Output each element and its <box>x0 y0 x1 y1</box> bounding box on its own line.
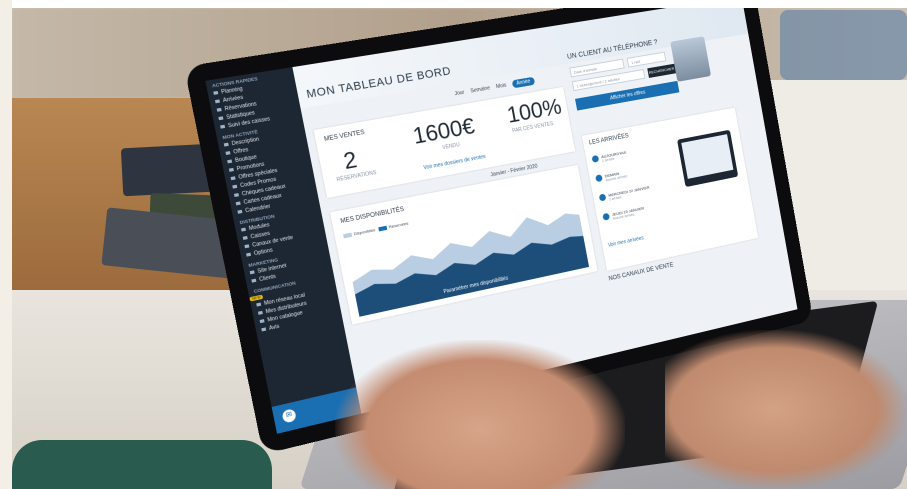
legend-swatch-booked <box>378 225 388 232</box>
legend-swatch-available <box>343 232 353 239</box>
sales-title: MES VENTES <box>323 129 366 144</box>
search-button[interactable]: RECHERCHER <box>647 63 676 78</box>
image-border-left <box>0 0 12 489</box>
image-border-top <box>0 0 907 8</box>
arrivals-card: LES ARRIVÉES AUJOURD'HUI 1 arrivée DEMAIN… <box>581 107 759 271</box>
arrival-item: MERCREDI 22 JANVIER 1 arrivée <box>599 185 651 204</box>
arrival-item: AUJOURD'HUI 1 arrivée <box>591 150 627 165</box>
background-cushion <box>780 10 907 80</box>
period-day[interactable]: Jour <box>454 90 465 98</box>
customer-photo <box>670 36 712 82</box>
left-hand <box>335 340 625 489</box>
legend-booked: Réservées <box>388 220 409 230</box>
period-year[interactable]: Année <box>511 76 535 89</box>
period-week[interactable]: Semaine <box>470 85 490 94</box>
mini-laptop-illustration <box>677 129 739 188</box>
sales-files-link[interactable]: Voir mes dossiers de ventes <box>423 154 486 172</box>
reservations-count: 2 <box>341 146 360 175</box>
arrivals-link[interactable]: Voir mes arrivées <box>608 235 644 248</box>
photo-scene: ACTIONS RAPIDES Planning Arrivées Réservati… <box>0 0 907 489</box>
arrival-item: DEMAIN Aucune arrivée <box>595 169 627 184</box>
arrival-item: JEUDI 23 JANVIER Aucune arrivée <box>602 206 645 223</box>
plant-pot <box>12 440 272 489</box>
arrivals-title: LES ARRIVÉES <box>588 133 630 147</box>
chat-icon[interactable]: ✉ <box>281 408 297 424</box>
period-month[interactable]: Mois <box>496 82 507 90</box>
right-hand <box>665 330 907 489</box>
